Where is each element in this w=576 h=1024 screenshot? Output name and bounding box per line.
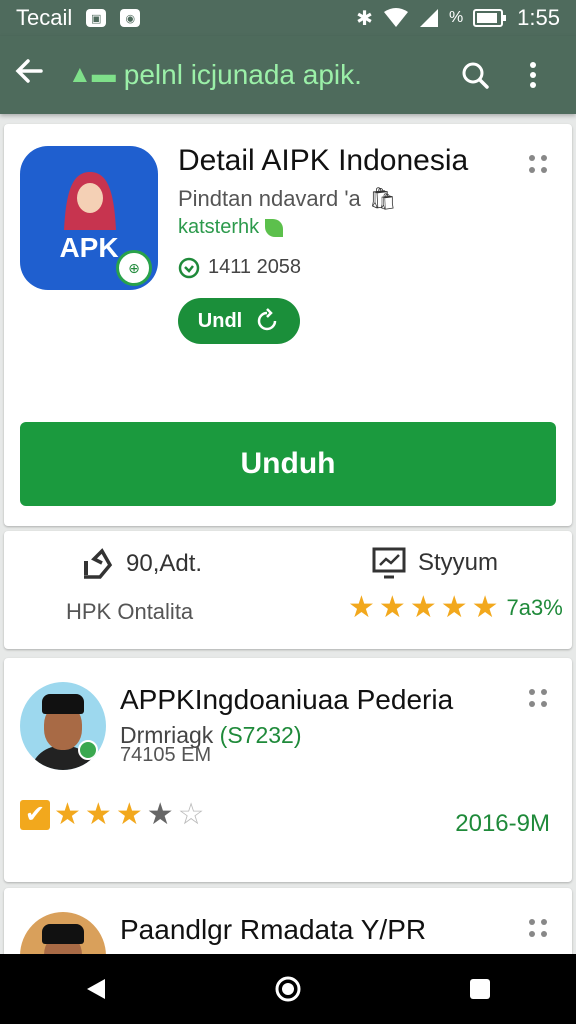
hijab-figure-icon [64, 172, 116, 230]
clock: 1:55 [517, 5, 560, 30]
review-title: Paandlgr Rmadata Y/PR [120, 914, 427, 945]
app-toolbar: ▲▬ pelnl icjunada apik. [0, 36, 576, 114]
category-label[interactable]: katsterhk [178, 216, 259, 239]
review-title: APPKIngdoaniuaa Pederia [120, 684, 454, 715]
back-arrow-icon[interactable] [14, 56, 58, 95]
battery-percent: % [448, 9, 464, 26]
reviews-stat: Styyum [372, 547, 498, 579]
download-count: 1411 2058 [208, 256, 302, 278]
small-download-label: Undl [197, 309, 243, 332]
app-title: Detail AIPK Indonesia [178, 144, 469, 177]
rating-stars: ★ ★ ★ ★ ★ [348, 593, 499, 623]
nav-back-icon[interactable] [66, 959, 126, 1019]
small-download-button[interactable]: Undl [178, 298, 300, 344]
carrier-label: Tecail [16, 5, 73, 30]
status-bar: Tecail ▣ ◉ ✱ % 1:55 [0, 0, 576, 36]
app-icon[interactable]: APK ⊕ [20, 146, 158, 290]
avatar[interactable] [20, 682, 106, 770]
review-size: 2016-9M [455, 810, 550, 837]
wifi-icon [383, 8, 408, 27]
bluetooth-icon: ✱ [356, 7, 373, 30]
more-vert-icon[interactable] [504, 60, 562, 90]
review-time: 74105 EM [120, 744, 212, 766]
camera-notification-icon: ◉ [120, 9, 141, 27]
refresh-icon [258, 308, 277, 331]
bag-icon: 🛍 [368, 186, 397, 211]
chart-monitor-icon [372, 547, 406, 579]
developer-row: Pindtan ndavard 'a 🛍 [178, 186, 397, 212]
notification-icon: ▣ [86, 9, 107, 27]
rating-percent: 7a3% [506, 595, 563, 620]
review-stars: ✔ ★ ★ ★ ★ ☆ [20, 800, 205, 830]
system-nav-bar [0, 954, 576, 1024]
site-logo-icon: ▲▬ [68, 61, 116, 88]
developer-name[interactable]: Pindtan ndavard 'a [178, 186, 361, 212]
category-row: katsterhk [178, 216, 284, 239]
star-icon: ★ [348, 591, 375, 624]
review-card[interactable]: APPKIngdoaniuaa Pederia Drmriagk (S7232)… [4, 658, 572, 882]
battery-icon [473, 9, 507, 27]
rating-row: ★ ★ ★ ★ ★ 7a3% [348, 593, 563, 623]
app-details-card: APK ⊕ Detail AIPK Indonesia Pindtan ndav… [4, 124, 572, 526]
star-icon: ★ [84, 798, 112, 831]
reviews-label: Styyum [418, 549, 499, 576]
signal-icon [419, 9, 438, 27]
download-button[interactable]: Unduh [20, 422, 556, 506]
verified-badge-icon: ⊕ [116, 250, 152, 286]
installs-count: 90,Adt. [126, 550, 203, 577]
installs-subtitle: HPK Ontalita [66, 599, 194, 624]
stats-card: 90,Adt. HPK Ontalita Styyum ★ ★ ★ ★ ★ 7a… [4, 531, 572, 649]
install-arrow-icon [84, 548, 113, 579]
nav-recents-icon[interactable] [450, 959, 510, 1019]
star-icon: ★ [54, 798, 81, 831]
drag-handle-icon[interactable] [526, 152, 550, 176]
star-outline-icon: ☆ [177, 798, 205, 831]
star-check-icon: ✔ [20, 800, 50, 830]
star-icon: ★ [471, 591, 499, 624]
drag-handle-icon[interactable] [526, 686, 550, 710]
installs-stat: 90,Adt. [80, 547, 202, 581]
shield-check-icon [178, 257, 200, 278]
search-icon[interactable] [446, 60, 504, 90]
nav-home-icon[interactable] [258, 959, 318, 1019]
star-icon: ★ [409, 591, 437, 624]
reviewer-code: (S7232) [219, 722, 302, 748]
url-text: pelnl icjunada apik. [123, 59, 362, 90]
online-badge-icon [78, 740, 98, 760]
url-bar[interactable]: ▲▬ pelnl icjunada apik. [68, 59, 446, 91]
star-icon: ★ [115, 798, 143, 831]
downloads-row: 1411 2058 [178, 256, 301, 279]
star-icon: ★ [378, 591, 406, 624]
leaf-icon [265, 218, 284, 237]
drag-handle-icon[interactable] [526, 916, 550, 940]
star-icon: ★ [440, 591, 468, 624]
star-icon: ★ [146, 798, 174, 831]
